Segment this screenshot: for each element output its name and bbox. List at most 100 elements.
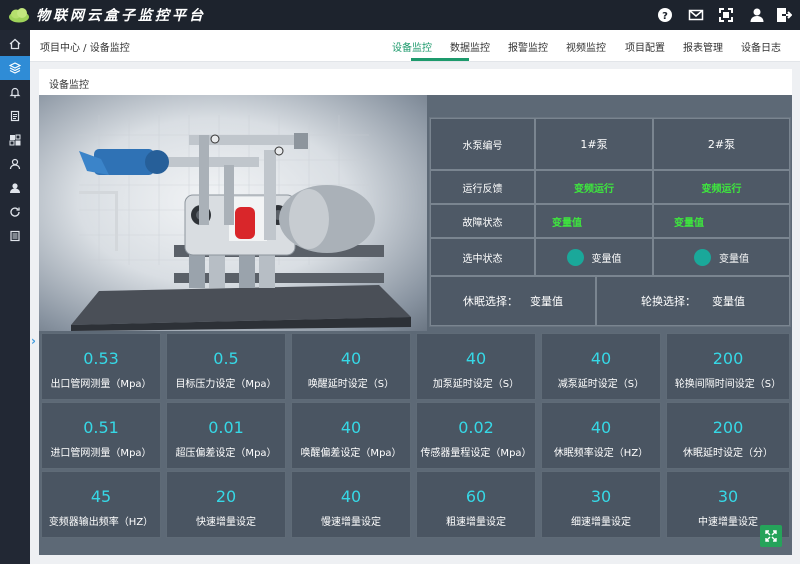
metric-tile: 200 轮换间隔时间设定（S） (666, 333, 790, 400)
tab-device-monitor[interactable]: 设备监控 (392, 39, 432, 54)
tab-data-monitor[interactable]: 数据监控 (450, 39, 490, 54)
home-icon (9, 38, 21, 50)
active-tab-indicator (411, 58, 469, 61)
top-bar: 物联网云盒子监控平台 ? (0, 0, 800, 30)
svg-text:?: ? (662, 11, 668, 22)
sidebar (0, 30, 30, 564)
metric-tile: 0.51 进口管网测量（Mpa） (41, 402, 161, 469)
sleep-select-value: 变量值 (530, 295, 563, 308)
metric-label: 目标压力设定（Mpa） (175, 379, 277, 390)
fullscreen-icon[interactable] (718, 7, 734, 23)
metric-tile: 0.53 出口管网测量（Mpa） (41, 333, 161, 400)
pump-2-select-indicator (694, 248, 711, 266)
sidebar-item-device-monitor[interactable] (0, 56, 30, 80)
metric-label: 快速增量设定 (196, 517, 256, 528)
metric-label: 出口管网测量（Mpa） (50, 379, 152, 390)
card-title: 设备监控 (49, 80, 89, 91)
rotate-select-cell: 轮换选择： 变量值 (596, 276, 790, 326)
mail-icon[interactable] (688, 7, 704, 23)
refresh-icon (10, 207, 20, 217)
sidebar-item-alarm[interactable] (0, 80, 30, 104)
document-icon (10, 110, 20, 122)
expand-button[interactable] (760, 525, 782, 547)
sidebar-item-team[interactable] (0, 176, 30, 200)
tab-report-management[interactable]: 报表管理 (683, 39, 723, 54)
sidebar-item-user[interactable] (0, 152, 30, 176)
metric-label: 唤醒偏差设定（Mpa） (300, 448, 402, 459)
metric-label: 进口管网测量（Mpa） (50, 448, 152, 459)
metric-label: 轮换间隔时间设定（S） (674, 379, 782, 390)
pump-status-table: 水泵编号 1#泵 2#泵 运行反馈 变频运行 变频运行 故障状态 变量值 变量值… (429, 117, 791, 327)
sidebar-item-data[interactable] (0, 104, 30, 128)
metric-label: 超压偏差设定（Mpa） (175, 448, 277, 459)
sidebar-item-dashboard[interactable] (0, 128, 30, 152)
user-icon[interactable] (749, 7, 765, 23)
metric-value: 40 (590, 349, 612, 368)
pump-1-select-indicator (566, 248, 584, 266)
metric-tile: 0.02 传感器量程设定（Mpa） (416, 402, 536, 469)
tab-video-monitor[interactable]: 视频监控 (566, 39, 606, 54)
grid-icon (9, 134, 21, 146)
metric-value: 40 (465, 349, 487, 368)
tab-project-config[interactable]: 项目配置 (625, 39, 665, 54)
metric-value: 0.53 (83, 349, 119, 368)
select-status-label: 选中状态 (430, 238, 535, 276)
help-icon[interactable]: ? (657, 7, 673, 23)
metric-value: 30 (590, 487, 612, 506)
metric-tile: 60 粗速增量设定 (416, 471, 536, 538)
metric-tile: 45 变频器输出频率（HZ） (41, 471, 161, 538)
sidebar-toggle-button[interactable]: › (31, 334, 36, 348)
team-icon (10, 183, 20, 193)
logout-icon[interactable] (776, 7, 792, 23)
tab-alarm-monitor[interactable]: 报警监控 (508, 39, 548, 54)
pump-2-fault-status: 变量值 (653, 204, 790, 238)
app-title: 物联网云盒子监控平台 (36, 8, 206, 24)
metric-value: 0.51 (83, 418, 119, 437)
sidebar-item-log[interactable] (0, 224, 30, 248)
fault-status-label: 故障状态 (430, 204, 535, 238)
metric-value: 200 (712, 349, 744, 368)
monitor-panel: 水泵编号 1#泵 2#泵 运行反馈 变频运行 变频运行 故障状态 变量值 变量值… (39, 95, 792, 555)
expand-icon (765, 530, 777, 542)
tab-device-log[interactable]: 设备日志 (741, 39, 781, 54)
pump-unit-image (71, 115, 411, 331)
metric-value: 40 (590, 418, 612, 437)
metric-value: 30 (717, 487, 739, 506)
metric-label: 加泵延时设定（S） (432, 379, 520, 390)
metric-label: 减泵延时设定（S） (557, 379, 645, 390)
metric-value: 0.02 (458, 418, 494, 437)
metric-value: 0.5 (213, 349, 239, 368)
metric-tile: 40 减泵延时设定（S） (541, 333, 661, 400)
metric-tile: 0.5 目标压力设定（Mpa） (166, 333, 286, 400)
metric-label: 慢速增量设定 (321, 517, 381, 528)
pump-1-select-status: 变量值 (535, 238, 653, 276)
pump-1-run-status: 变频运行 (535, 170, 653, 204)
metric-tile: 200 休眠延时设定（分） (666, 402, 790, 469)
rotate-select-label: 轮换选择： (641, 295, 696, 308)
metric-label: 休眠延时设定（分） (683, 448, 773, 459)
metric-tile: 40 唤醒延时设定（S） (291, 333, 411, 400)
metric-label: 传感器量程设定（Mpa） (420, 448, 532, 459)
metric-label: 粗速增量设定 (446, 517, 506, 528)
device-monitor-card: 设备监控 水泵编号 1#泵 2#泵 运行反馈 变频运行 变频运行 故障状态 变量… (39, 69, 792, 555)
metric-label: 唤醒延时设定（S） (307, 379, 395, 390)
metric-value: 0.01 (208, 418, 244, 437)
pump-2-select-status: 变量值 (653, 238, 790, 276)
metric-value: 40 (340, 418, 362, 437)
cloud-logo-icon (9, 8, 29, 23)
pump-2-select-value: 变量值 (719, 253, 749, 265)
metric-value: 200 (712, 418, 744, 437)
metric-tile: 40 加泵延时设定（S） (416, 333, 536, 400)
metric-value: 60 (465, 487, 487, 506)
list-icon (10, 230, 20, 242)
metric-tile: 40 唤醒偏差设定（Mpa） (291, 402, 411, 469)
metric-tile: 20 快速增量设定 (166, 471, 286, 538)
bell-icon (9, 87, 21, 98)
metric-tile: 0.01 超压偏差设定（Mpa） (166, 402, 286, 469)
sidebar-item-home[interactable] (0, 32, 30, 56)
metric-value: 40 (340, 487, 362, 506)
sidebar-item-sync[interactable] (0, 200, 30, 224)
pump-2-name: 2#泵 (653, 118, 790, 170)
breadcrumb: 项目中心 / 设备监控 (40, 43, 130, 54)
metric-value: 40 (340, 349, 362, 368)
